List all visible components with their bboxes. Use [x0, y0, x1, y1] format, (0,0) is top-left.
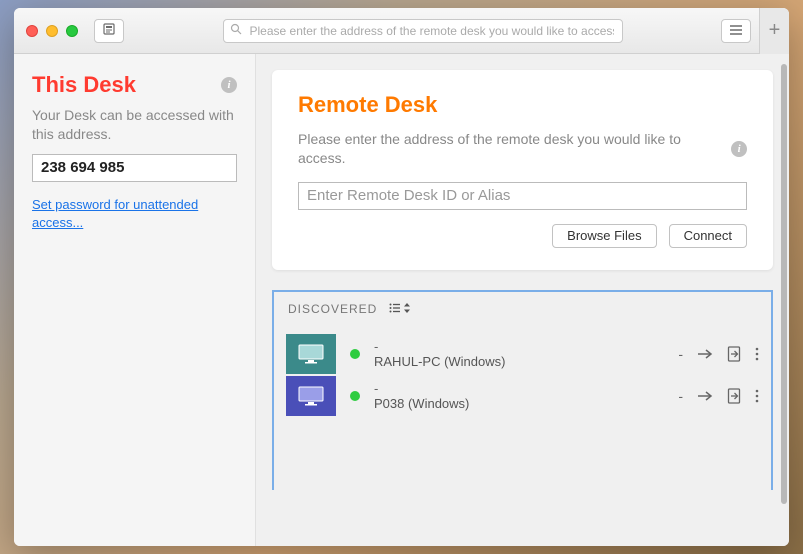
address-search-input[interactable] — [223, 19, 623, 43]
info-icon[interactable]: i — [221, 77, 237, 93]
new-tab-button[interactable]: + — [759, 8, 789, 54]
set-password-link[interactable]: Set password for unattended access... — [32, 196, 237, 232]
main-content: Remote Desk Please enter the address of … — [256, 54, 789, 546]
desk-name: P038 (Windows) — [374, 396, 664, 411]
remote-desk-desc: Please enter the address of the remote d… — [298, 130, 721, 168]
remote-desk-title: Remote Desk — [298, 92, 747, 118]
minimize-window-button[interactable] — [46, 25, 58, 37]
window-controls — [26, 25, 78, 37]
status-online-icon — [350, 349, 360, 359]
search-icon — [230, 22, 242, 40]
connect-arrow-button[interactable] — [697, 390, 713, 402]
discovered-header: DISCOVERED — [274, 292, 771, 327]
remote-id-input[interactable] — [298, 182, 747, 210]
toolbar-right — [721, 19, 751, 43]
info-icon[interactable]: i — [731, 141, 747, 157]
sidebar-header: This Desk i — [32, 72, 237, 98]
last-connected: - — [678, 388, 683, 404]
sort-icon — [403, 302, 411, 317]
remote-desk-card: Remote Desk Please enter the address of … — [272, 70, 773, 270]
fullscreen-window-button[interactable] — [66, 25, 78, 37]
this-desk-desc: Your Desk can be accessed with this addr… — [32, 106, 237, 144]
more-options-button[interactable] — [755, 347, 759, 361]
remote-actions: Browse Files Connect — [298, 224, 747, 248]
desk-name: RAHUL-PC (Windows) — [374, 354, 664, 369]
monitor-icon — [297, 385, 325, 407]
discovered-label: DISCOVERED — [288, 302, 377, 316]
desk-info: - P038 (Windows) — [374, 381, 664, 411]
address-search-wrap — [223, 19, 623, 43]
file-transfer-button[interactable] — [727, 388, 741, 404]
list-icon — [389, 302, 401, 316]
status-online-icon — [350, 391, 360, 401]
app-window: + This Desk i Your Desk can be accessed … — [14, 8, 789, 546]
address-book-button[interactable] — [94, 19, 124, 43]
discovered-row[interactable]: - RAHUL-PC (Windows) - — [286, 333, 759, 375]
desk-thumbnail — [286, 376, 336, 416]
desk-alias: - — [374, 381, 664, 396]
view-toggle-button[interactable] — [389, 302, 411, 317]
connect-button[interactable]: Connect — [669, 224, 747, 248]
plus-icon: + — [769, 19, 781, 42]
file-transfer-button[interactable] — [727, 346, 741, 362]
discovered-row[interactable]: - P038 (Windows) - — [286, 375, 759, 417]
body: This Desk i Your Desk can be accessed wi… — [14, 54, 789, 546]
discovered-panel: DISCOVERED — [272, 290, 773, 490]
this-desk-title: This Desk — [32, 72, 136, 98]
hamburger-icon — [729, 22, 743, 40]
remote-desc-row: Please enter the address of the remote d… — [298, 130, 747, 168]
last-connected: - — [678, 346, 683, 362]
browse-files-button[interactable]: Browse Files — [552, 224, 656, 248]
connect-arrow-button[interactable] — [697, 348, 713, 360]
close-window-button[interactable] — [26, 25, 38, 37]
more-options-button[interactable] — [755, 389, 759, 403]
discovered-list: - RAHUL-PC (Windows) - — [274, 327, 771, 423]
monitor-icon — [297, 343, 325, 365]
desk-id-field[interactable] — [32, 154, 237, 182]
address-book-icon — [103, 22, 115, 40]
desk-alias: - — [374, 339, 664, 354]
sidebar: This Desk i Your Desk can be accessed wi… — [14, 54, 256, 546]
titlebar: + — [14, 8, 789, 54]
row-actions: - — [678, 388, 759, 404]
menu-button[interactable] — [721, 19, 751, 43]
desk-thumbnail — [286, 334, 336, 374]
desk-info: - RAHUL-PC (Windows) — [374, 339, 664, 369]
scrollbar[interactable] — [781, 64, 787, 504]
row-actions: - — [678, 346, 759, 362]
